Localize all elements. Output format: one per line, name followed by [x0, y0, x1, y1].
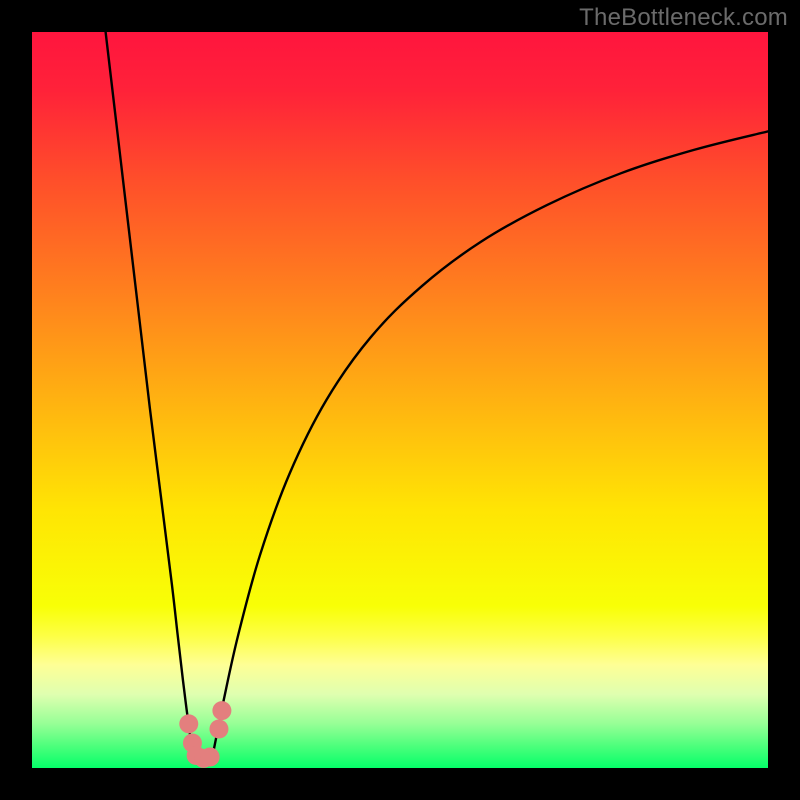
gradient-background: [32, 32, 768, 768]
data-marker: [179, 714, 198, 733]
plot-area: [32, 32, 768, 768]
bottleneck-curve-chart: [32, 32, 768, 768]
watermark-text: TheBottleneck.com: [579, 4, 788, 32]
data-marker: [209, 719, 228, 738]
chart-frame: TheBottleneck.com: [0, 0, 800, 800]
data-marker: [212, 701, 231, 720]
data-marker: [201, 747, 220, 766]
